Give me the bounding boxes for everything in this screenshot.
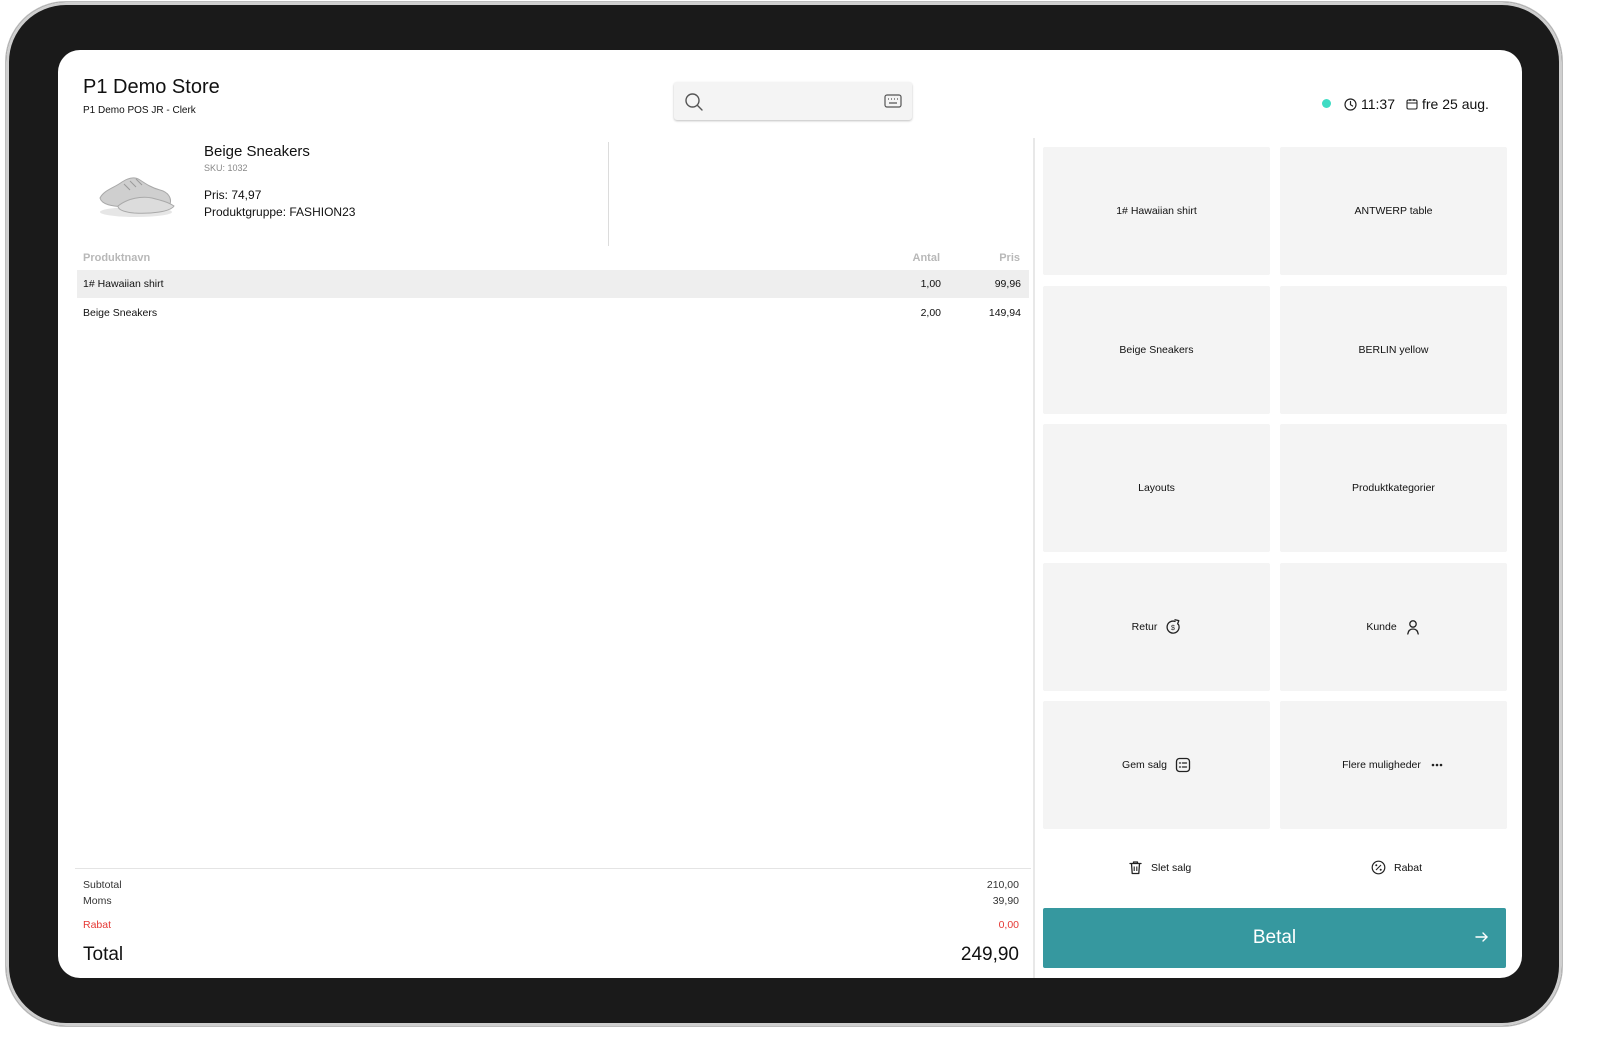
totals-divider: [75, 868, 1031, 869]
clock: 11:37: [1344, 96, 1395, 112]
discount-label: Rabat: [83, 919, 112, 931]
header: P1 Demo Store P1 Demo POS JR - Clerk 11:…: [58, 50, 1522, 138]
pay-button-label: Betal: [1252, 927, 1297, 948]
keyboard-icon[interactable]: [884, 94, 902, 108]
tile-return[interactable]: Retur $: [1043, 563, 1270, 691]
basket-pane: Beige Sneakers SKU: 1032 Pris: 74,97 Pro…: [58, 138, 1033, 978]
tablet-frame: P1 Demo Store P1 Demo POS JR - Clerk 11:…: [6, 2, 1562, 1026]
product-detail-name: Beige Sneakers: [204, 143, 310, 160]
save-sale-icon: [1175, 757, 1191, 773]
search-input[interactable]: [712, 90, 876, 114]
clock-icon: [1344, 97, 1357, 111]
tile-label: BERLIN yellow: [1358, 344, 1429, 356]
basket-row-name: Beige Sneakers: [83, 307, 158, 319]
column-header-qty: Antal: [912, 252, 941, 264]
product-detail-price: Pris: 74,97: [204, 188, 262, 202]
search-bar[interactable]: [674, 82, 912, 120]
tile-label: Gem salg: [1122, 759, 1167, 771]
basket-row[interactable]: Beige Sneakers 2,00 149,94: [77, 299, 1029, 327]
tile-label: Produktkategorier: [1352, 482, 1435, 494]
percent-icon: [1371, 860, 1386, 875]
tile-berlin-yellow[interactable]: BERLIN yellow: [1280, 286, 1507, 414]
product-detail-card: Beige Sneakers SKU: 1032 Pris: 74,97 Pro…: [78, 138, 608, 244]
date: fre 25 aug.: [1406, 96, 1489, 112]
detail-divider: [608, 142, 609, 246]
vat-label: Moms: [83, 895, 112, 907]
subtotal-value: 210,00: [986, 879, 1019, 891]
tile-hawaiian-shirt[interactable]: 1# Hawaiian shirt: [1043, 147, 1270, 275]
tile-layouts[interactable]: Layouts: [1043, 424, 1270, 552]
store-name: P1 Demo Store: [83, 76, 220, 98]
svg-text:$: $: [1171, 625, 1175, 632]
tile-label: ANTWERP table: [1354, 205, 1433, 217]
product-detail-sku: SKU: 1032: [204, 163, 248, 173]
subtotal-label: Subtotal: [83, 879, 122, 891]
product-detail-group: Produktgruppe: FASHION23: [204, 205, 356, 219]
search-icon: [685, 93, 703, 111]
sneaker-product-image: [99, 177, 175, 217]
column-header-name: Produktnavn: [83, 252, 151, 264]
discount-value: 0,00: [998, 919, 1019, 931]
tile-label: 1# Hawaiian shirt: [1116, 205, 1197, 217]
tile-label: Flere muligheder: [1342, 759, 1421, 771]
tile-product-categories[interactable]: Produktkategorier: [1280, 424, 1507, 552]
trash-icon: [1129, 861, 1142, 875]
basket-row-qty: 1,00: [920, 278, 941, 290]
column-header-price: Pris: [999, 252, 1020, 264]
total-label: Total: [83, 944, 124, 965]
pay-button[interactable]: Betal: [1043, 908, 1506, 968]
arrow-right-icon: [1475, 932, 1488, 942]
calendar-icon: [1406, 99, 1418, 110]
basket-row-name: 1# Hawaiian shirt: [83, 278, 164, 290]
tile-label: Beige Sneakers: [1119, 344, 1194, 356]
tile-label: Kunde: [1366, 621, 1397, 633]
basket-table-header: Produktnavn Antal Pris: [78, 252, 1028, 270]
basket-row-price: 99,96: [994, 278, 1021, 290]
basket-row-price: 149,94: [988, 307, 1021, 319]
online-status-indicator: [1322, 99, 1331, 108]
delete-sale-button[interactable]: Slet salg: [1128, 860, 1191, 875]
delete-sale-label: Slet salg: [1151, 861, 1192, 874]
tile-customer[interactable]: Kunde: [1280, 563, 1507, 691]
time-text: 11:37: [1361, 96, 1395, 112]
return-money-icon: $: [1166, 619, 1181, 634]
basket-row[interactable]: 1# Hawaiian shirt 1,00 99,96: [77, 270, 1029, 298]
customer-icon: [1406, 620, 1419, 635]
discount-button-label: Rabat: [1394, 861, 1423, 874]
tile-more-options[interactable]: Flere muligheder: [1280, 701, 1507, 829]
tile-antwerp-table[interactable]: ANTWERP table: [1280, 147, 1507, 275]
pos-screen: P1 Demo Store P1 Demo POS JR - Clerk 11:…: [58, 50, 1522, 978]
register-name: P1 Demo POS JR - Clerk: [83, 105, 196, 116]
tile-save-sale[interactable]: Gem salg: [1043, 701, 1270, 829]
basket-row-qty: 2,00: [920, 307, 941, 319]
pane-divider: [1033, 138, 1035, 978]
total-value: 249,90: [960, 944, 1019, 965]
tile-beige-sneakers[interactable]: Beige Sneakers: [1043, 286, 1270, 414]
date-text: fre 25 aug.: [1422, 96, 1489, 112]
vat-value: 39,90: [992, 895, 1019, 907]
more-dots-icon: [1431, 763, 1443, 767]
tile-label: Layouts: [1138, 482, 1175, 494]
discount-button[interactable]: Rabat: [1371, 860, 1422, 875]
tile-label: Retur: [1131, 621, 1158, 633]
